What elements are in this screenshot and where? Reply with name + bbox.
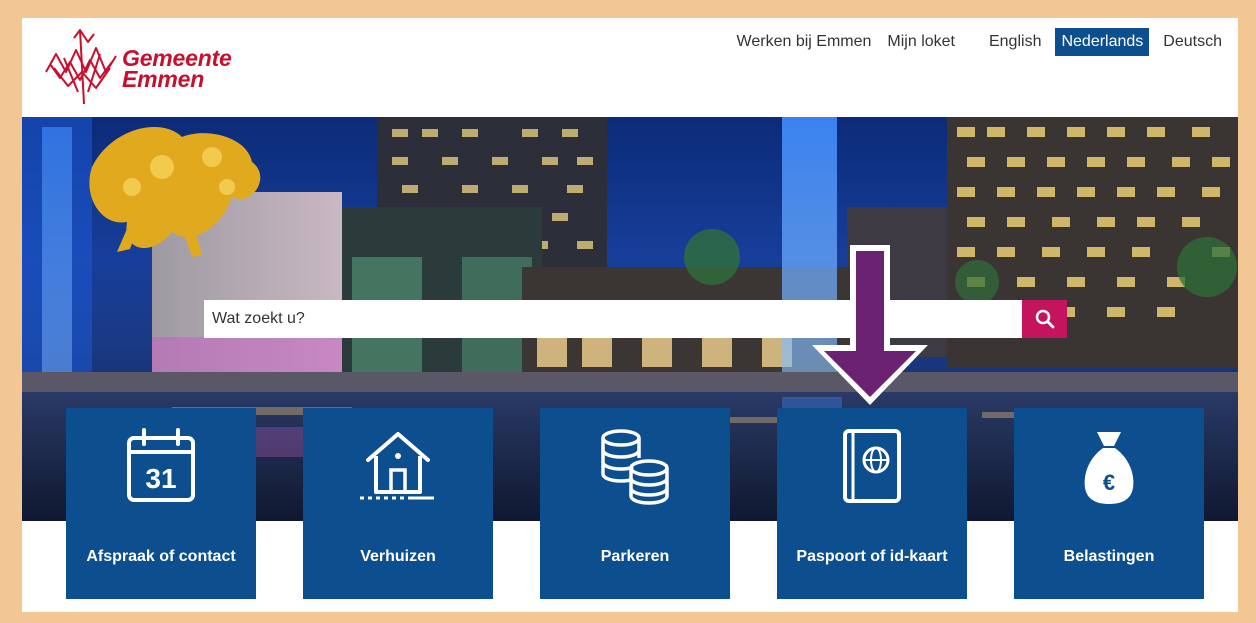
calendar-icon: 31	[127, 428, 195, 502]
language-deutsch[interactable]: Deutsch	[1157, 28, 1228, 56]
tile-label: Parkeren	[600, 548, 670, 565]
coins-icon	[601, 429, 669, 505]
logo-mark-icon	[45, 29, 117, 105]
tile-label: Belastingen	[1063, 548, 1155, 565]
search-button[interactable]	[1022, 300, 1067, 338]
tile-paspoort-of-id-kaart[interactable]: Paspoort of id-kaart	[777, 408, 967, 599]
site-header: Gemeente Emmen Werken bij Emmen Mijn lok…	[22, 18, 1238, 117]
euro-symbol: €	[1103, 470, 1115, 495]
logo-line-2: Emmen	[122, 66, 205, 92]
passport-icon	[843, 429, 901, 503]
tile-label: Afspraak of contact	[86, 548, 236, 565]
tile-label: Verhuizen	[360, 548, 436, 565]
nav-link-werken-bij-emmen[interactable]: Werken bij Emmen	[737, 28, 872, 56]
search-bar	[204, 300, 1067, 338]
tile-afspraak-of-contact[interactable]: 31 Afspraak of contact	[66, 408, 256, 599]
money-bag-icon: €	[1084, 432, 1134, 504]
tile-verhuizen[interactable]: Verhuizen	[303, 408, 493, 599]
top-navigation: Werken bij Emmen Mijn loket English Nede…	[737, 28, 1238, 56]
calendar-day-number: 31	[145, 463, 176, 494]
nav-link-mijn-loket[interactable]: Mijn loket	[887, 28, 955, 56]
language-nederlands[interactable]: Nederlands	[1055, 28, 1150, 56]
tile-parkeren[interactable]: Parkeren	[540, 408, 730, 599]
gemeente-emmen-logo[interactable]: Gemeente Emmen	[44, 28, 264, 108]
logo-wordmark: Gemeente Emmen	[122, 47, 232, 92]
page-frame: Gemeente Emmen Werken bij Emmen Mijn lok…	[22, 18, 1238, 612]
tile-belastingen[interactable]: € Belastingen	[1014, 408, 1204, 599]
house-icon	[360, 432, 434, 500]
arrow-down-icon	[812, 245, 928, 405]
language-english[interactable]: English	[983, 28, 1047, 56]
tile-label: Paspoort of id-kaart	[796, 548, 948, 565]
search-icon	[1035, 309, 1054, 329]
